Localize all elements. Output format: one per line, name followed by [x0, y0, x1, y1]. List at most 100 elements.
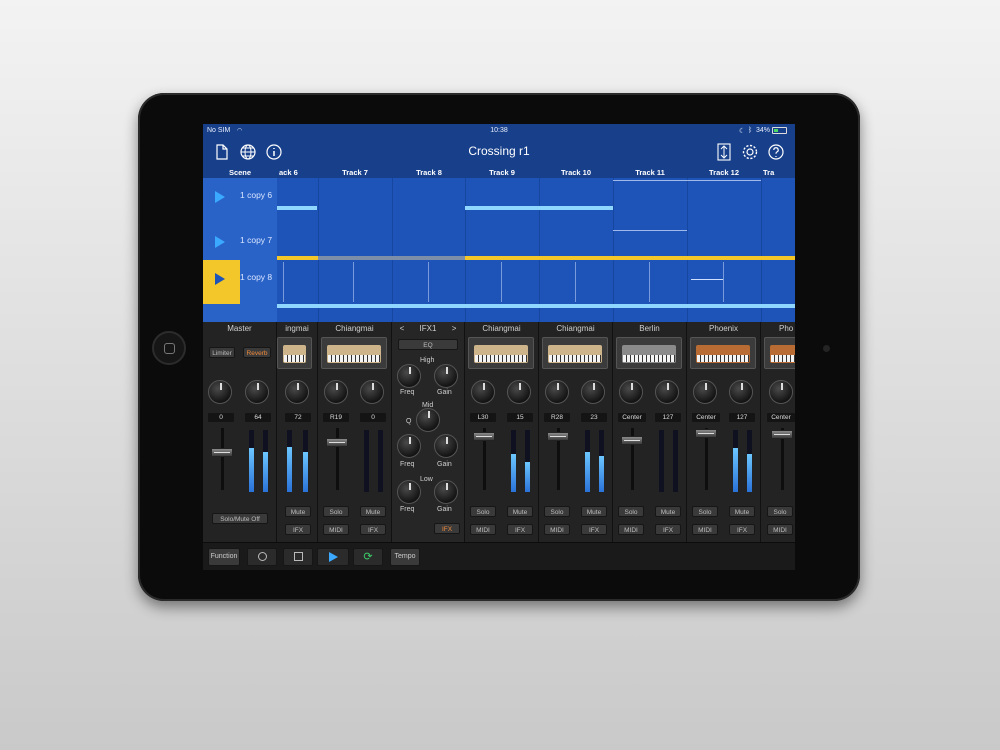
channel-fader[interactable]	[771, 430, 793, 439]
volume-knob[interactable]	[360, 380, 384, 404]
solo-mute-off-button[interactable]: Solo/Mute Off	[212, 513, 268, 524]
scene-row-active[interactable]: 1 copy 8	[203, 260, 277, 304]
reverb-button[interactable]: Reverb	[243, 347, 271, 358]
clip-bar[interactable]	[687, 180, 761, 181]
high-freq-knob[interactable]	[397, 364, 421, 388]
record-button[interactable]	[247, 548, 277, 566]
ifx-button[interactable]: IFX	[285, 524, 311, 535]
help-icon[interactable]	[767, 143, 785, 161]
volume-knob[interactable]	[655, 380, 679, 404]
pan-knob[interactable]	[324, 380, 348, 404]
pan-knob[interactable]	[619, 380, 643, 404]
instrument-thumbnail[interactable]	[690, 337, 756, 369]
play-icon[interactable]	[215, 191, 225, 203]
track-header[interactable]: Track 12	[687, 168, 761, 177]
note-marker	[575, 262, 576, 302]
solo-button[interactable]: Solo	[323, 506, 349, 517]
pan-knob[interactable]	[693, 380, 717, 404]
ifx-button[interactable]: IFX	[729, 524, 755, 535]
clip-bar[interactable]	[277, 304, 795, 308]
function-button[interactable]: Function	[208, 548, 240, 566]
clip-bar[interactable]	[318, 256, 392, 260]
pan-knob[interactable]	[208, 380, 232, 404]
mid-q-knob[interactable]	[416, 408, 440, 432]
track-header[interactable]: Track 9	[465, 168, 539, 177]
clip-bar[interactable]	[392, 256, 465, 260]
expand-icon[interactable]	[715, 143, 733, 161]
midi-button[interactable]: MIDI	[692, 524, 718, 535]
track-header[interactable]: Track 11	[613, 168, 687, 177]
instrument-thumbnail[interactable]	[468, 337, 534, 369]
mid-freq-knob[interactable]	[397, 434, 421, 458]
ifx-button[interactable]: IFX	[360, 524, 386, 535]
instrument-thumbnail[interactable]	[616, 337, 682, 369]
ifx-next-button[interactable]: >	[452, 324, 457, 333]
clip-bar[interactable]	[277, 206, 317, 210]
ifx-prev-button[interactable]: <	[400, 324, 405, 333]
ifx-button[interactable]: IFX	[655, 524, 681, 535]
instrument-thumbnail[interactable]	[277, 337, 312, 369]
track-header[interactable]: Tra	[763, 168, 795, 177]
master-fader[interactable]	[211, 448, 233, 457]
volume-knob[interactable]	[729, 380, 753, 404]
tempo-button[interactable]: Tempo	[390, 548, 420, 566]
channel-fader[interactable]	[621, 436, 643, 445]
play-icon[interactable]	[215, 236, 225, 248]
channel-fader[interactable]	[695, 429, 717, 438]
ifx-button[interactable]: IFX	[581, 524, 607, 535]
play-button[interactable]	[317, 548, 349, 566]
song-title: Crossing r1	[468, 144, 530, 158]
clip-bar[interactable]	[465, 206, 613, 210]
channel-fader[interactable]	[326, 438, 348, 447]
pan-knob[interactable]	[769, 380, 793, 404]
low-freq-knob[interactable]	[397, 480, 421, 504]
midi-button[interactable]: MIDI	[544, 524, 570, 535]
mute-button[interactable]: Mute	[285, 506, 311, 517]
eq-button[interactable]: EQ	[398, 339, 458, 350]
pan-knob[interactable]	[545, 380, 569, 404]
solo-button[interactable]: Solo	[544, 506, 570, 517]
solo-button[interactable]: Solo	[767, 506, 793, 517]
loop-button[interactable]: ⟳	[353, 548, 383, 566]
mute-button[interactable]: Mute	[729, 506, 755, 517]
low-gain-knob[interactable]	[434, 480, 458, 504]
clip-bar[interactable]	[613, 230, 687, 231]
mute-button[interactable]: Mute	[360, 506, 386, 517]
clip-bar[interactable]	[613, 180, 687, 181]
home-button[interactable]	[152, 331, 186, 365]
track-header[interactable]: Track 7	[318, 168, 392, 177]
pan-knob[interactable]	[471, 380, 495, 404]
midi-button[interactable]: MIDI	[767, 524, 793, 535]
clip-grid[interactable]: 1 copy 6 1 copy 7 1 copy 8	[203, 178, 795, 322]
gear-icon[interactable]	[741, 143, 759, 161]
ifx-button[interactable]: IFX	[507, 524, 533, 535]
channel-fader[interactable]	[473, 432, 495, 441]
midi-button[interactable]: MIDI	[618, 524, 644, 535]
mid-gain-knob[interactable]	[434, 434, 458, 458]
stop-button[interactable]	[283, 548, 313, 566]
midi-button[interactable]: MIDI	[323, 524, 349, 535]
play-icon[interactable]	[215, 273, 225, 285]
fader-track	[221, 428, 224, 490]
solo-button[interactable]: Solo	[470, 506, 496, 517]
mute-button[interactable]: Mute	[507, 506, 533, 517]
high-gain-knob[interactable]	[434, 364, 458, 388]
volume-knob[interactable]	[507, 380, 531, 404]
instrument-thumbnail[interactable]	[321, 337, 387, 369]
volume-knob[interactable]	[581, 380, 605, 404]
channel-fader[interactable]	[547, 432, 569, 441]
track-header[interactable]: Track 8	[392, 168, 466, 177]
instrument-thumbnail[interactable]	[764, 337, 795, 369]
scene-row[interactable]: 1 copy 6	[203, 178, 277, 222]
ifx-toggle-button[interactable]: IFX	[434, 523, 460, 534]
limiter-button[interactable]: Limiter	[209, 347, 235, 358]
midi-button[interactable]: MIDI	[470, 524, 496, 535]
solo-button[interactable]: Solo	[618, 506, 644, 517]
instrument-thumbnail[interactable]	[542, 337, 608, 369]
reverb-knob[interactable]	[245, 380, 269, 404]
track-header[interactable]: Track 10	[539, 168, 613, 177]
solo-button[interactable]: Solo	[692, 506, 718, 517]
mute-button[interactable]: Mute	[581, 506, 607, 517]
mute-button[interactable]: Mute	[655, 506, 681, 517]
volume-knob[interactable]	[285, 380, 309, 404]
